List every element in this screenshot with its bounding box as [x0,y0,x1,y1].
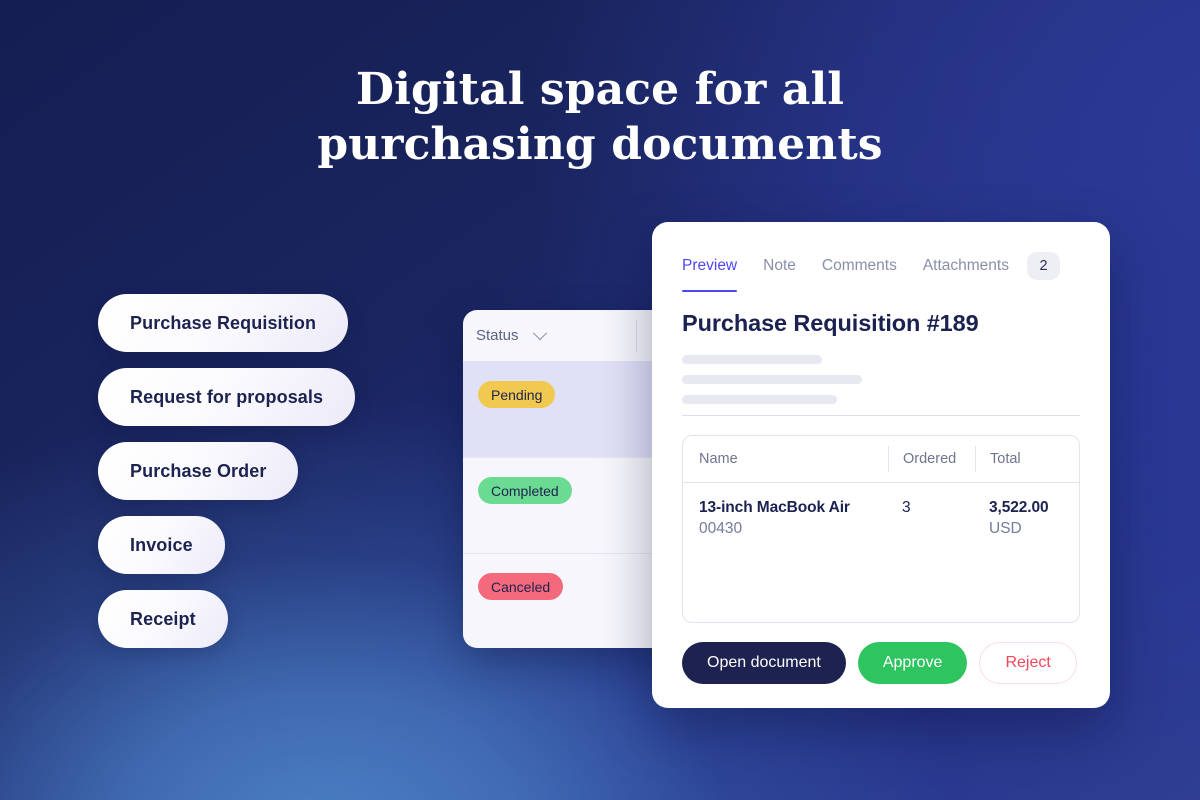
chevron-down-icon[interactable] [532,325,547,340]
pill-invoice[interactable]: Invoice [98,516,225,574]
skeleton-line [682,395,837,404]
item-currency: USD [989,520,1022,537]
divider [682,415,1080,416]
document-type-list: Purchase Requisition Request for proposa… [98,294,356,664]
open-document-button[interactable]: Open document [682,642,846,684]
line-items-table: Name Ordered Total 13-inch MacBook Air 0… [682,435,1080,623]
pill-purchase-requisition[interactable]: Purchase Requisition [98,294,349,352]
headline-line-1: Digital space for all [355,64,845,115]
item-name: 13-inch MacBook Air [699,499,850,516]
status-badge-canceled: Canceled [478,573,564,600]
action-bar: Open document Approve Reject [682,642,1080,684]
pill-purchase-order[interactable]: Purchase Order [98,442,299,500]
status-badge-pending: Pending [478,381,556,408]
skeleton-line [682,375,862,384]
document-title: Purchase Requisition #189 [682,310,979,336]
page-title: Digital space for all purchasing documen… [0,62,1200,172]
content-placeholder [682,355,1080,416]
pill-request-for-proposals[interactable]: Request for proposals [98,368,356,426]
table-header-row: Name Ordered Total [683,436,1079,483]
cell-name: 13-inch MacBook Air 00430 [683,499,888,538]
tab-preview[interactable]: Preview [682,257,738,292]
table-row[interactable]: 13-inch MacBook Air 00430 3 3,522.00 USD [683,483,1079,538]
item-code: 00430 [699,520,743,537]
status-column-label: Status [476,327,519,344]
cell-total: 3,522.00 USD [975,499,1079,538]
column-header-ordered: Ordered [888,446,975,472]
tab-attachments[interactable]: Attachments [923,257,1009,292]
column-header-total: Total [975,446,1079,472]
status-badge-completed: Completed [478,477,572,504]
tab-comments[interactable]: Comments [822,257,897,292]
column-divider [636,320,637,352]
skeleton-line [682,355,822,364]
headline-line-2: purchasing documents [317,119,883,170]
item-amount: 3,522.00 [989,499,1049,516]
document-detail-card: Preview Note Comments Attachments 2 Purc… [652,222,1110,708]
tab-note[interactable]: Note [763,257,796,292]
approve-button[interactable]: Approve [857,642,968,684]
column-header-name: Name [699,451,738,467]
tab-bar: Preview Note Comments Attachments 2 [682,222,1080,297]
pill-receipt[interactable]: Receipt [98,590,228,648]
reject-button[interactable]: Reject [979,642,1077,684]
attachments-count-badge: 2 [1026,252,1060,280]
cell-ordered: 3 [902,499,911,516]
